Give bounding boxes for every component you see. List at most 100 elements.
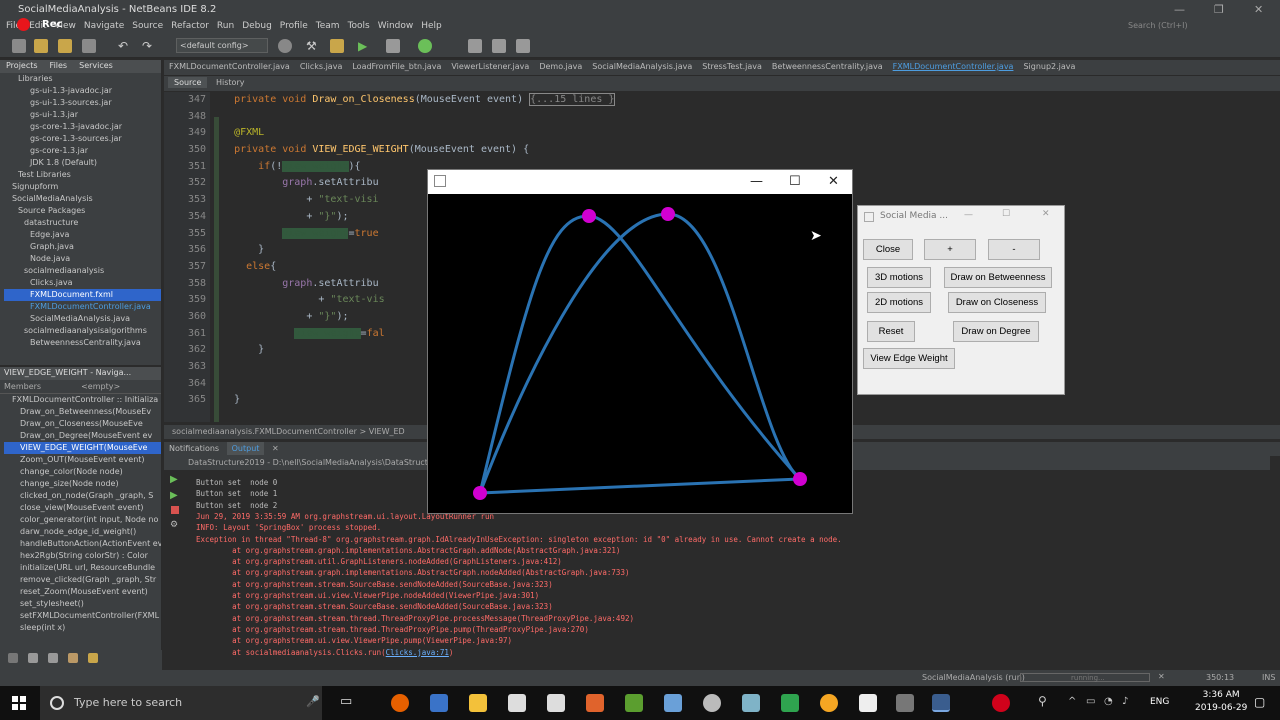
git-icon[interactable] [781, 694, 799, 712]
draw-closeness-button[interactable]: Draw on Closeness [948, 292, 1046, 313]
task-view-icon[interactable]: ▭ [340, 694, 352, 709]
cortana-icon[interactable] [50, 696, 64, 710]
navigator-item[interactable]: clicked_on_node(Graph _graph, S [4, 490, 161, 502]
tab-output[interactable]: Output [226, 442, 265, 455]
tree-item[interactable]: JDK 1.8 (Default) [4, 157, 161, 169]
store-icon[interactable] [508, 694, 526, 712]
navigator-item[interactable]: VIEW_EDGE_WEIGHT(MouseEve [4, 442, 161, 454]
navigator-item[interactable]: Draw_on_Closeness(MouseEve [4, 418, 161, 430]
navigator-item[interactable]: remove_clicked(Graph _graph, Str [4, 574, 161, 586]
navigator-item[interactable]: initialize(URL url, ResourceBundle [4, 562, 161, 574]
notepad-icon[interactable] [430, 694, 448, 712]
social-minimize-icon[interactable]: — [964, 210, 973, 220]
file-explorer-icon[interactable] [469, 694, 487, 712]
rerun-icon[interactable]: ▶ [170, 474, 178, 485]
static-icon[interactable] [48, 653, 58, 663]
navigator-item[interactable]: set_stylesheet() [4, 598, 161, 610]
tray-chevron-icon[interactable]: ^ [1068, 696, 1076, 707]
recorder-icon[interactable] [992, 694, 1010, 712]
tree-item[interactable]: Source Packages [4, 205, 161, 217]
clock[interactable]: 3:36 AM 2019-06-29 [1195, 689, 1247, 715]
run-icon[interactable]: ▶ [358, 39, 372, 53]
inherited-icon[interactable] [68, 653, 78, 663]
editor-tab[interactable]: SocialMediaAnalysis.java [587, 60, 697, 73]
tree-item[interactable]: SocialMediaAnalysis [4, 193, 161, 205]
tree-item[interactable]: gs-core-1.3.jar [4, 145, 161, 157]
menu-tools[interactable]: Tools [348, 21, 370, 31]
menu-navigate[interactable]: Navigate [84, 21, 124, 31]
navigator-item[interactable]: reset_Zoom(MouseEvent event) [4, 586, 161, 598]
windows-start-icon[interactable] [12, 696, 26, 710]
editor-tab[interactable]: LoadFromFile_btn.java [347, 60, 446, 73]
editor-tab[interactable]: StressTest.java [697, 60, 767, 73]
navigator-item[interactable]: sleep(int x) [4, 622, 161, 634]
navigator-item[interactable]: setFXMLDocumentController(FXML [4, 610, 161, 622]
screenshot-icon[interactable] [468, 39, 482, 53]
tab-history[interactable]: History [212, 77, 248, 88]
tab-files[interactable]: Files [44, 60, 74, 71]
reset-button[interactable]: Reset [867, 321, 915, 342]
matlab-icon[interactable] [586, 694, 604, 712]
stop-icon[interactable] [171, 506, 179, 514]
tree-item[interactable]: Test Libraries [4, 169, 161, 181]
menu-refactor[interactable]: Refactor [171, 21, 209, 31]
wordpress-icon[interactable] [703, 694, 721, 712]
fields-icon[interactable] [28, 653, 38, 663]
editor-tab[interactable]: ViewerListener.java [446, 60, 534, 73]
battery-icon[interactable]: ▭ [1086, 696, 1095, 707]
navigator-item[interactable]: hex2Rgb(String colorStr) : Color [4, 550, 161, 562]
notification-icon[interactable]: ▢ [1254, 695, 1265, 709]
social-close-icon[interactable]: ✕ [1042, 209, 1050, 219]
build-icon[interactable]: ⚒ [306, 39, 320, 53]
zoom-out-button[interactable]: - [988, 239, 1040, 260]
ide-search-input[interactable]: Search (Ctrl+I) [1128, 21, 1188, 30]
tree-item[interactable]: Signupform [4, 181, 161, 193]
draw-betweenness-button[interactable]: Draw on Betweenness [944, 267, 1052, 288]
tree-item[interactable]: Graph.java [4, 241, 161, 253]
graph-minimize-icon[interactable]: — [750, 174, 763, 189]
undo-icon[interactable]: ↶ [118, 39, 132, 53]
tree-item[interactable]: gs-ui-1.3-sources.jar [4, 97, 161, 109]
mail-icon[interactable] [547, 694, 565, 712]
menu-run[interactable]: Run [217, 21, 234, 31]
graph-node[interactable] [793, 472, 807, 486]
navigator-item[interactable]: darw_node_edge_id_weight() [4, 526, 161, 538]
java-icon[interactable] [932, 694, 950, 712]
menu-team[interactable]: Team [316, 21, 340, 31]
debug-icon[interactable] [386, 39, 400, 53]
navigator-item[interactable]: change_size(Node node) [4, 478, 161, 490]
editor-tab[interactable]: BetweennessCentrality.java [767, 60, 888, 73]
progress-bar[interactable]: running... [1020, 673, 1150, 682]
navigator-item[interactable]: change_color(Node node) [4, 466, 161, 478]
cancel-progress-icon[interactable]: ✕ [1158, 672, 1165, 681]
filter-icon[interactable] [8, 653, 18, 663]
tab-services[interactable]: Services [73, 60, 119, 71]
tree-item[interactable]: gs-core-1.3-sources.jar [4, 133, 161, 145]
redo-icon[interactable]: ↷ [142, 39, 156, 53]
tree-item[interactable]: BetweennessCentrality.java [4, 337, 161, 349]
navigator-item[interactable]: Zoom_OUT(MouseEvent event) [4, 454, 161, 466]
editor-tab[interactable]: FXMLDocumentController.java [164, 60, 295, 73]
draw-degree-button[interactable]: Draw on Degree [953, 321, 1039, 342]
close-icon[interactable]: ✕ [1254, 3, 1263, 16]
new-project-icon[interactable] [34, 39, 48, 53]
gc-icon[interactable] [492, 39, 506, 53]
navigator-item[interactable]: color_generator(int input, Node no [4, 514, 161, 526]
rerun-with-params-icon[interactable]: ▶ [170, 490, 178, 501]
editor-tab[interactable]: Signup2.java [1018, 60, 1080, 73]
language-indicator[interactable]: ENG [1150, 697, 1169, 707]
app-icon[interactable] [742, 694, 760, 712]
sort-icon[interactable] [88, 653, 98, 663]
navigator-item[interactable]: Draw_on_Degree(MouseEvent ev [4, 430, 161, 442]
tree-item[interactable]: Node.java [4, 253, 161, 265]
microphone-icon[interactable]: 🎤 [306, 695, 320, 708]
navigator-item[interactable]: handleButtonAction(ActionEvent ev [4, 538, 161, 550]
memory-icon[interactable] [516, 39, 530, 53]
tab-source[interactable]: Source [168, 77, 208, 88]
graph-node[interactable] [661, 207, 675, 221]
tree-item[interactable]: FXMLDocumentController.java [4, 301, 161, 313]
taskbar-search-input[interactable]: Type here to search [40, 686, 322, 720]
tree-item[interactable]: gs-core-1.3-javadoc.jar [4, 121, 161, 133]
virtualbox-icon[interactable] [664, 694, 682, 712]
nvidia-icon[interactable] [625, 694, 643, 712]
